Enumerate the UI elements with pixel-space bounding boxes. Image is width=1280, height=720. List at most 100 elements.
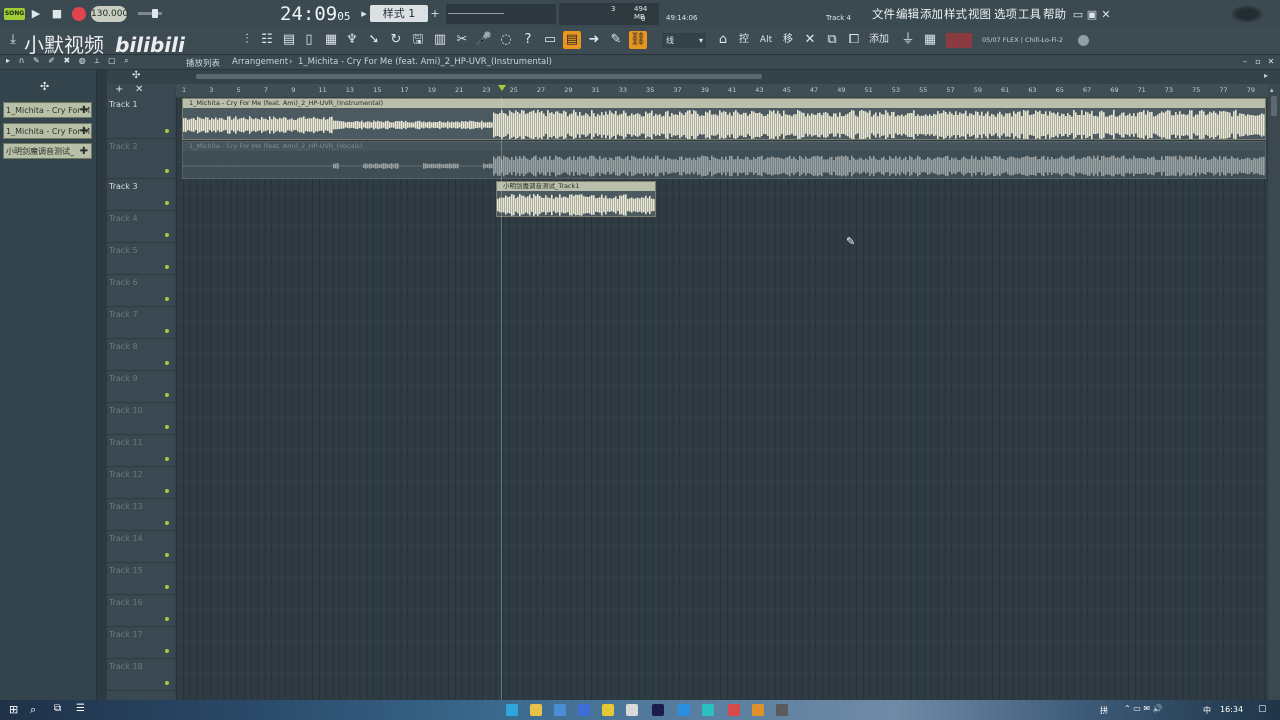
after-effects-icon[interactable] <box>652 704 664 716</box>
song-mode-badge[interactable]: SONG <box>4 8 25 20</box>
track-enable-led[interactable] <box>165 129 169 133</box>
clip-source-vocals[interactable]: 1_Michita - Cry For M... ✚ <box>3 123 92 139</box>
horizontal-scrollbar[interactable] <box>196 74 762 79</box>
tempo-display[interactable]: 130.000 <box>91 6 128 22</box>
track-header[interactable]: Track 2 <box>107 139 175 179</box>
track-header[interactable]: Track 16 <box>107 595 175 627</box>
track-enable-led[interactable] <box>165 425 169 429</box>
menu-patterns[interactable]: 样式 <box>944 6 967 22</box>
menu-help[interactable]: 帮助 <box>1043 6 1066 22</box>
x-icon[interactable]: ✕ <box>801 31 819 49</box>
fl-studio-icon[interactable] <box>776 704 788 716</box>
folder-icon[interactable] <box>530 704 542 716</box>
tablet-icon[interactable]: ▭ <box>541 31 559 49</box>
track-header[interactable]: Track 5 <box>107 243 175 275</box>
track-header[interactable]: Track 3 <box>107 179 175 211</box>
delete-tool-icon[interactable]: ✖ <box>63 56 70 65</box>
windows-start-icon[interactable]: ⊞ <box>9 704 21 716</box>
app-k-icon[interactable] <box>578 704 590 716</box>
app-teal-icon[interactable] <box>702 704 714 716</box>
select-tool-icon[interactable]: ▢ <box>108 56 116 65</box>
eq-sliders-icon[interactable]: ☷ <box>258 31 276 49</box>
help-icon[interactable]: ? <box>519 31 537 49</box>
track-header[interactable]: Track 7 <box>107 307 175 339</box>
copy-icon[interactable]: ⧉ <box>823 31 841 49</box>
scroll-up-icon[interactable]: ▴ <box>1270 86 1274 94</box>
clip-source-track3[interactable]: 小明剑魔调音测试_ ✚ <box>3 143 92 159</box>
menu-view[interactable]: 视图 <box>968 6 991 22</box>
track-enable-led[interactable] <box>165 585 169 589</box>
add-track-icon[interactable]: + <box>115 84 123 95</box>
piano-roll-icon[interactable]: ▦ <box>322 31 340 49</box>
edge-icon[interactable] <box>506 704 518 716</box>
store-icon[interactable] <box>554 704 566 716</box>
track-enable-led[interactable] <box>165 521 169 525</box>
menu-edit[interactable]: 编辑 <box>896 6 919 22</box>
menu-tools[interactable]: 工具 <box>1018 6 1041 22</box>
record-button[interactable] <box>72 7 86 21</box>
add-button[interactable]: 添加 <box>866 31 892 49</box>
track-header[interactable]: Track 17 <box>107 627 175 659</box>
playlist-minimize-button[interactable]: – <box>1240 55 1250 68</box>
render-icon[interactable]: ▥ <box>431 31 449 49</box>
tray-icons[interactable]: ⌃ ▭ ✉ 🔊 <box>1124 704 1163 713</box>
forward-arrow-icon[interactable]: ➜ <box>585 31 603 49</box>
pattern-selector[interactable]: 样式 1 <box>370 5 428 22</box>
paste-icon[interactable]: ⧠ <box>845 31 863 49</box>
pattern-add-button[interactable]: + <box>430 6 440 22</box>
playlist-icon[interactable]: ▤ <box>563 31 581 49</box>
zoom-handle-icon[interactable]: ✣ <box>132 70 140 81</box>
move-button[interactable]: 移 <box>779 31 797 49</box>
paint-tool-icon[interactable]: ✐ <box>48 56 55 65</box>
clip-vocals[interactable]: 1_Michita - Cry For Me (feat. Ami)_2_HP-… <box>182 141 1266 179</box>
arrow-right-icon[interactable]: ▸ <box>6 56 10 65</box>
minimize-button[interactable]: ▭ <box>1072 7 1084 21</box>
track-header[interactable]: Track 18 <box>107 659 175 691</box>
breadcrumb-clip[interactable]: 1_Michita - Cry For Me (feat. Ami)_2_HP-… <box>298 57 552 67</box>
track-header[interactable]: Track 14 <box>107 531 175 563</box>
scroll-thumb[interactable] <box>1271 96 1277 116</box>
arrow-icon[interactable]: ➘ <box>365 31 383 49</box>
panel-divider[interactable] <box>97 70 107 700</box>
track-enable-led[interactable] <box>165 681 169 685</box>
track-header[interactable]: Track 15 <box>107 563 175 595</box>
timeline-ruler[interactable]: 1 3 5 7 9 11 13 15 17 19 21 23 25 27 29 31 33 35 37 39 41 43 4… <box>176 84 1268 98</box>
track-enable-led[interactable] <box>165 201 169 205</box>
clip-track3[interactable]: 小明剑魔调音测试_Track1 <box>496 181 656 217</box>
track-enable-led[interactable] <box>165 169 169 173</box>
track-header[interactable]: Track 13 <box>107 499 175 531</box>
globe-icon[interactable] <box>1078 35 1089 46</box>
zoom-tool-icon[interactable]: ⌕ <box>124 56 128 65</box>
search-icon[interactable]: ⌕ <box>30 703 36 717</box>
track-header[interactable]: Track 6 <box>107 275 175 307</box>
clip-source-instrumental[interactable]: 1_Michita - Cry For M... ✚ <box>3 102 92 118</box>
hat-icon[interactable]: ⌂ <box>714 31 732 49</box>
track-enable-led[interactable] <box>165 553 169 557</box>
link-icon[interactable]: ⛓ <box>629 31 647 49</box>
ime-indicator[interactable]: 拼 <box>1100 705 1108 716</box>
track-enable-led[interactable] <box>165 617 169 621</box>
maximize-button[interactable]: ▣ <box>1086 7 1098 21</box>
track-enable-led[interactable] <box>165 489 169 493</box>
pencil-tool-icon[interactable]: ✎ <box>33 56 40 65</box>
notification-icon[interactable]: ▢ <box>1258 704 1267 714</box>
menu-add[interactable]: 添加 <box>920 6 943 22</box>
picker-move-icon[interactable]: ✣ <box>40 80 49 93</box>
save-icon[interactable]: 🖫 <box>409 31 427 49</box>
scroll-right-icon[interactable]: ▸ <box>1264 71 1268 80</box>
stop-button[interactable]: ■ <box>50 6 64 22</box>
track-header[interactable]: Track 11 <box>107 435 175 467</box>
pattern-grid-icon[interactable]: ▦ <box>921 31 939 49</box>
master-volume-slider[interactable] <box>138 9 162 18</box>
control-button[interactable]: 控 <box>735 31 753 49</box>
playlist-grid[interactable]: 1_Michita - Cry For Me (feat. Ami)_2_HP-… <box>176 97 1268 700</box>
track-enable-led[interactable] <box>165 329 169 333</box>
track-header[interactable]: Track 4 <box>107 211 175 243</box>
alt-button[interactable]: Alt <box>757 31 775 49</box>
play-button[interactable]: ▶ <box>29 6 43 22</box>
track-enable-led[interactable] <box>165 457 169 461</box>
microphone-icon[interactable]: 🎤 <box>475 31 493 49</box>
pattern-prev-button[interactable]: ▸ <box>359 6 369 22</box>
cut-icon[interactable]: ✂ <box>453 31 471 49</box>
remove-track-icon[interactable]: ✕ <box>135 84 143 95</box>
